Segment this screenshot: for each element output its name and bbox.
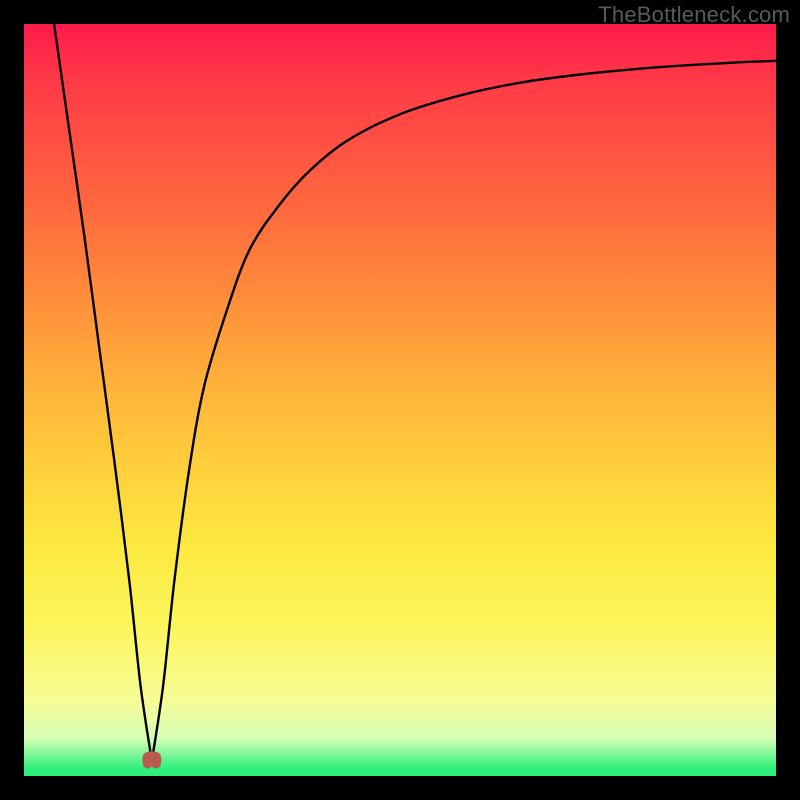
bottleneck-curve-svg	[24, 24, 776, 776]
watermark-brand: TheBottleneck.com	[598, 2, 790, 28]
min-marker-icon	[143, 752, 161, 768]
bottleneck-curve-path	[54, 24, 776, 761]
plot-area	[24, 24, 776, 776]
chart-frame: TheBottleneck.com	[0, 0, 800, 800]
